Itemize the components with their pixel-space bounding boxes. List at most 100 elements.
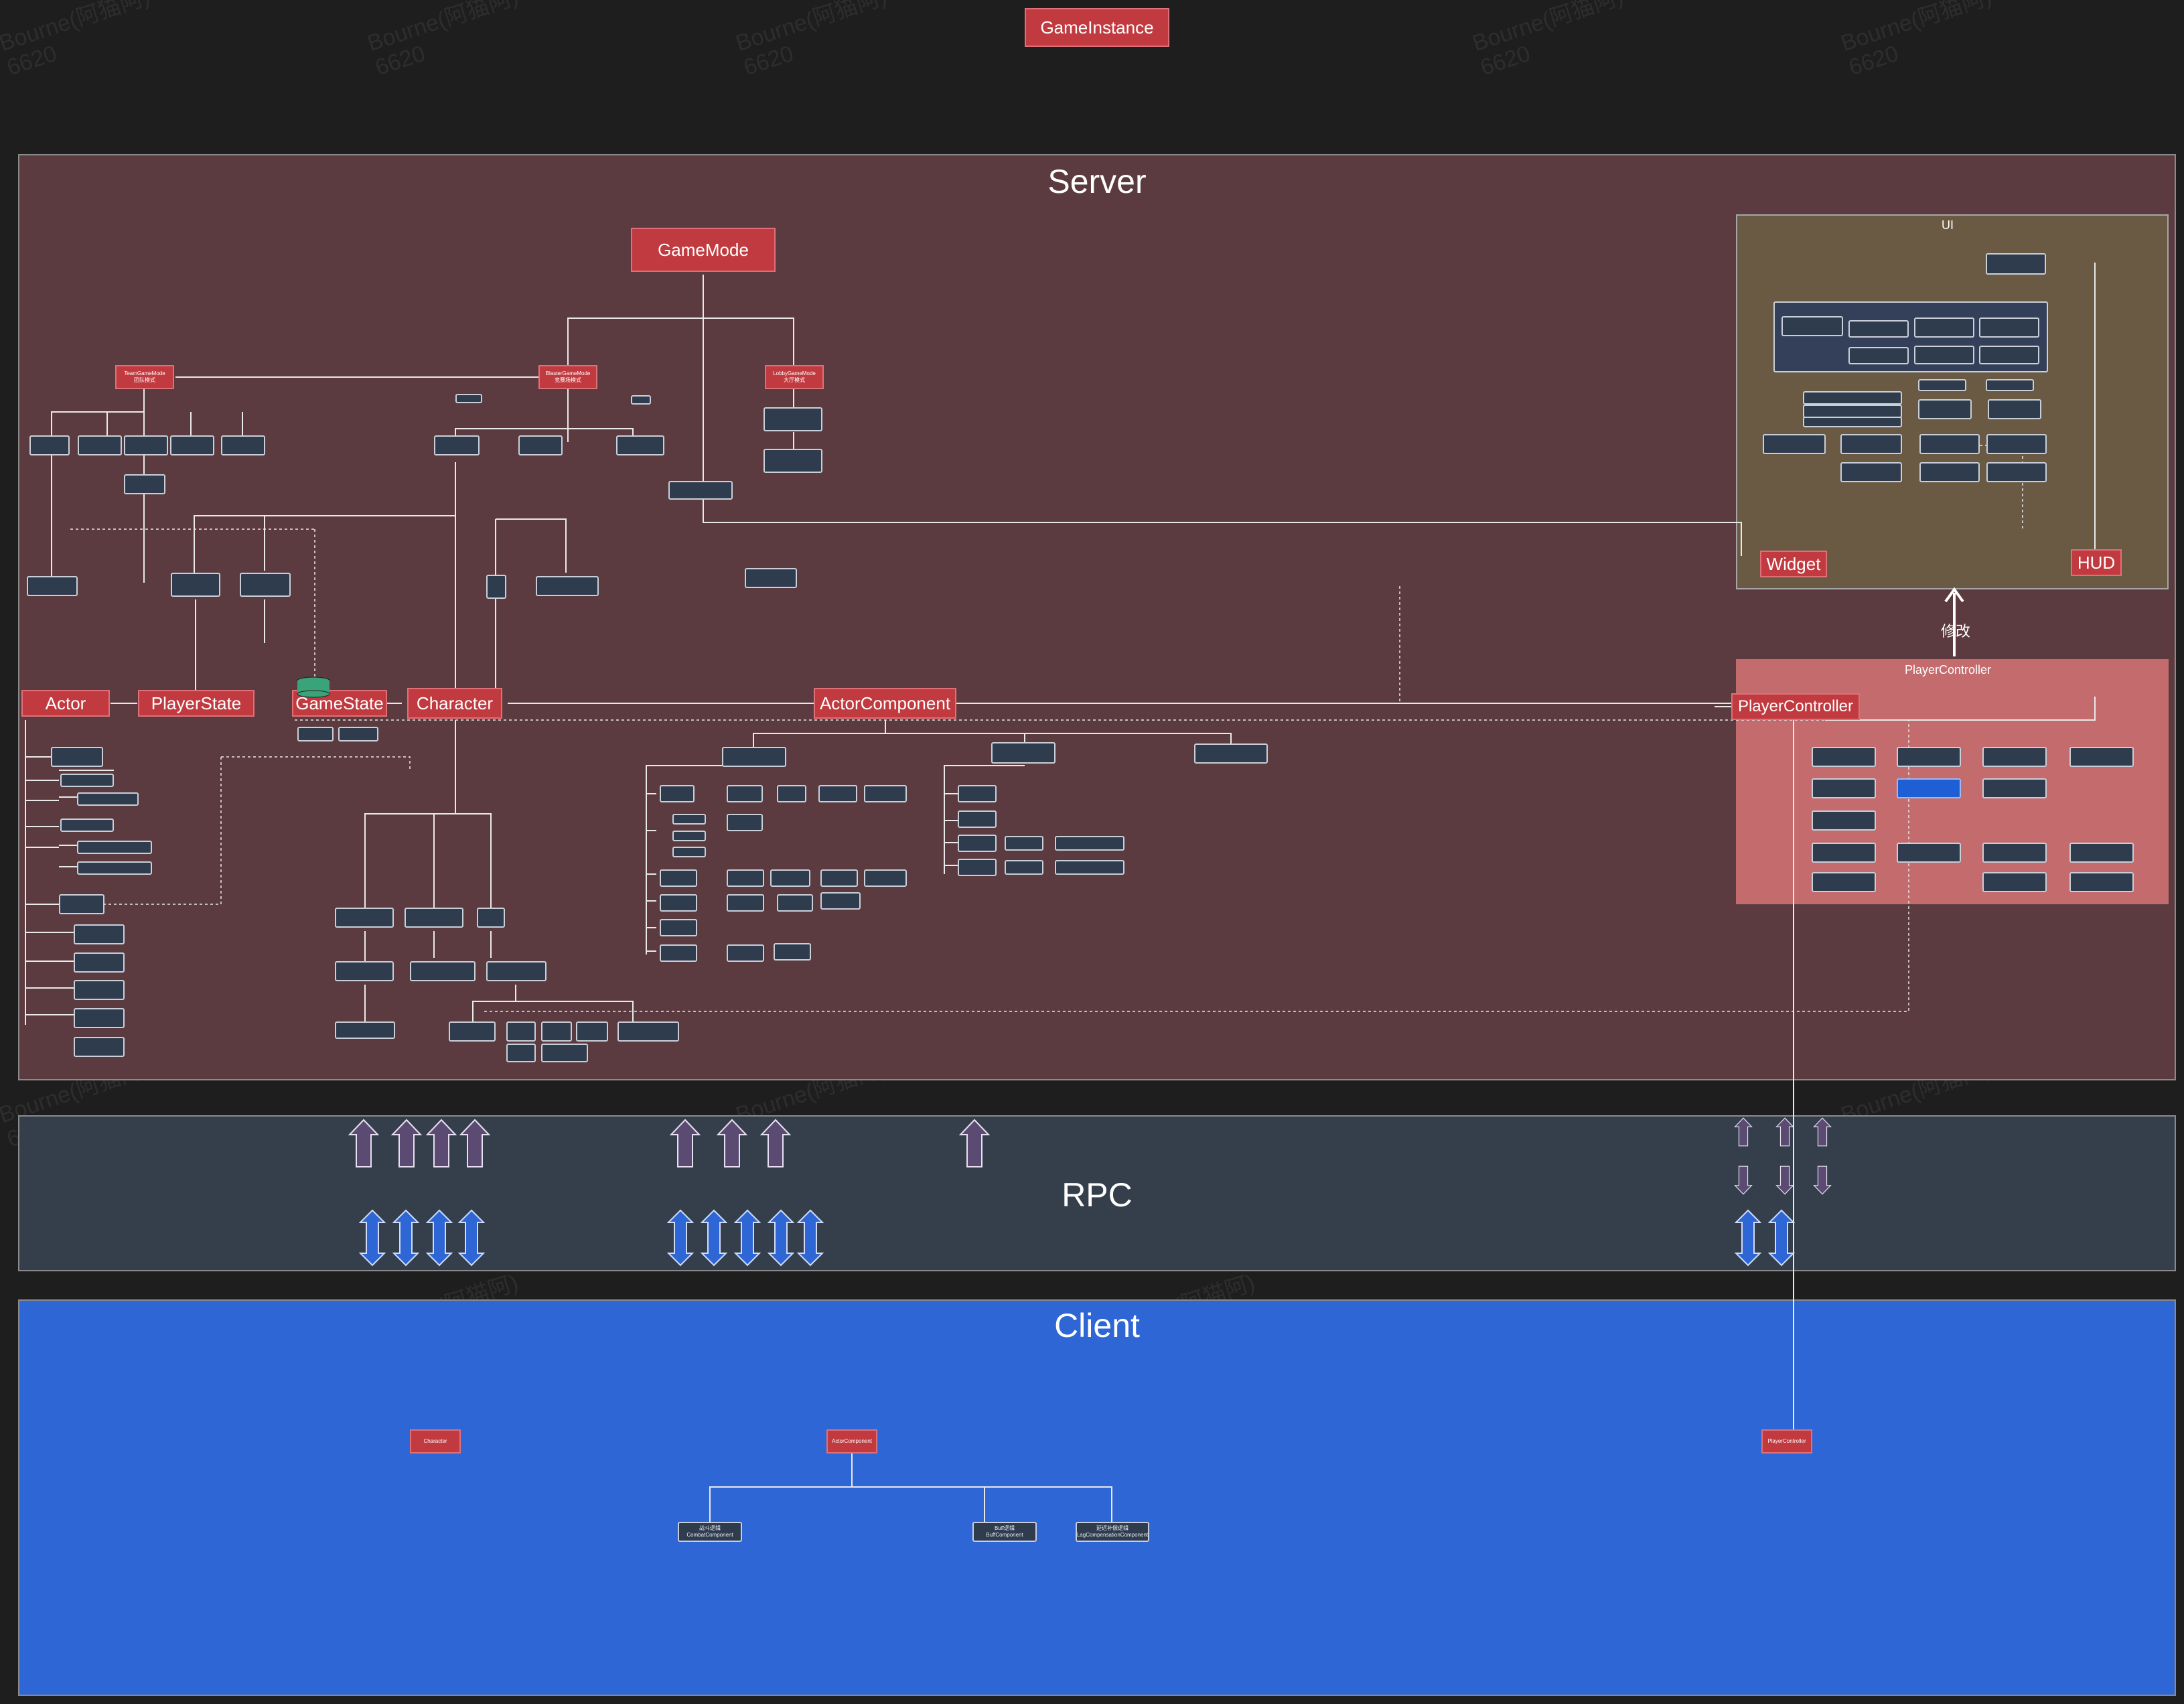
detail-box	[763, 407, 822, 431]
blaster-gamemode-node[interactable]: BlasterGameMode 竞赛场模式	[538, 365, 597, 389]
detail-box	[1986, 434, 2047, 454]
detail-box	[1982, 872, 2047, 892]
detail-box	[335, 908, 394, 928]
detail-box	[958, 859, 997, 876]
detail-box	[59, 894, 104, 914]
playerstate-node[interactable]: PlayerState	[138, 690, 254, 717]
detail-box	[660, 785, 695, 802]
hud-node[interactable]: HUD	[2071, 549, 2122, 576]
detail-box	[536, 576, 599, 596]
detail-box	[1897, 843, 1961, 863]
detail-box	[60, 774, 114, 787]
rpc-up-arrow	[459, 1119, 490, 1167]
playercontroller-node[interactable]: PlayerController	[1731, 693, 1860, 720]
detail-box	[27, 576, 78, 596]
detail-box	[660, 944, 697, 962]
detail-box	[74, 952, 125, 973]
detail-box	[672, 814, 706, 825]
rpc-up-arrow	[670, 1119, 701, 1167]
rpc-up-arrow	[1813, 1117, 1832, 1147]
detail-box	[777, 894, 813, 912]
rpc-down-arrow	[1813, 1165, 1832, 1195]
client-buff-node[interactable]: Buff逻辑 BuffComponent	[972, 1522, 1037, 1542]
detail-box	[171, 573, 220, 597]
detail-box	[486, 575, 506, 599]
detail-box	[74, 1037, 125, 1057]
detail-box	[1781, 316, 1843, 336]
detail-box	[1194, 743, 1268, 764]
rpc-up-arrow	[760, 1119, 791, 1167]
detail-box	[1812, 747, 1876, 767]
lobby-gamemode-node[interactable]: LobbyGameMode 大厅模式	[765, 365, 824, 389]
rpc-up-arrow	[348, 1119, 379, 1167]
detail-box	[170, 435, 214, 455]
detail-box	[51, 747, 103, 767]
detail-box	[1914, 317, 1974, 338]
client-actorcomponent-node[interactable]: ActorComponent	[826, 1429, 877, 1453]
detail-box	[864, 869, 907, 887]
detail-box	[1005, 836, 1043, 851]
client-lag-node[interactable]: 延迟补偿逻辑 LagCompensationComponent	[1076, 1522, 1149, 1542]
detail-box	[2069, 872, 2134, 892]
rpc-double-arrow	[701, 1209, 727, 1267]
rpc-double-arrow	[1735, 1209, 1761, 1267]
detail-box	[1918, 399, 1972, 419]
detail-box	[727, 894, 764, 912]
detail-box	[477, 908, 505, 928]
client-combat-node[interactable]: 战斗逻辑 CombatComponent	[678, 1522, 742, 1542]
detail-box	[124, 435, 168, 455]
detail-box	[338, 727, 378, 741]
detail-box	[1979, 317, 2039, 338]
detail-box	[455, 394, 482, 403]
rpc-double-arrow	[1768, 1209, 1795, 1267]
detail-box	[1812, 872, 1876, 892]
detail-box	[1840, 462, 1902, 482]
detail-box	[1914, 346, 1974, 364]
rpc-double-arrow	[359, 1209, 386, 1267]
rpc-double-arrow	[426, 1209, 453, 1267]
detail-box	[1918, 379, 1966, 391]
detail-box	[1840, 434, 1902, 454]
rpc-up-arrow	[717, 1119, 747, 1167]
detail-box	[2069, 843, 2134, 863]
rpc-up-arrow	[1734, 1117, 1753, 1147]
detail-box	[1055, 860, 1124, 875]
detail-box	[1986, 379, 2034, 391]
client-character-node[interactable]: Character	[410, 1429, 461, 1453]
rpc-double-arrow	[734, 1209, 761, 1267]
database-icon	[297, 677, 330, 698]
widget-node[interactable]: Widget	[1760, 551, 1827, 577]
detail-box	[660, 869, 697, 887]
detail-box	[958, 810, 997, 828]
rpc-up-arrow	[426, 1119, 457, 1167]
rpc-up-arrow	[1775, 1117, 1794, 1147]
detail-box	[958, 835, 997, 852]
gamemode-node[interactable]: GameMode	[631, 228, 776, 272]
detail-box	[820, 892, 861, 910]
detail-box	[29, 435, 70, 455]
detail-box	[616, 435, 664, 455]
actorcomponent-node[interactable]: ActorComponent	[814, 688, 956, 719]
team-gamemode-node[interactable]: TeamGameMode 团队模式	[115, 365, 174, 389]
detail-box	[1919, 434, 1980, 454]
detail-box	[518, 435, 563, 455]
detail-box	[541, 1044, 588, 1062]
detail-box	[774, 943, 811, 961]
detail-box	[506, 1044, 536, 1062]
detail-box	[486, 961, 547, 981]
character-node[interactable]: Character	[407, 688, 502, 719]
detail-box	[77, 861, 152, 875]
client-playercontroller-node[interactable]: PlayerController	[1761, 1429, 1812, 1453]
actor-node[interactable]: Actor	[21, 690, 110, 717]
detail-box	[672, 847, 706, 857]
detail-box	[818, 785, 857, 802]
rpc-double-arrow	[797, 1209, 824, 1267]
detail-box	[434, 435, 480, 455]
detail-box	[335, 961, 394, 981]
detail-box	[2069, 747, 2134, 767]
detail-box	[1982, 778, 2047, 798]
detail-box	[1988, 399, 2041, 419]
detail-box	[405, 908, 463, 928]
detail-box	[74, 924, 125, 944]
detail-box	[1979, 346, 2039, 364]
